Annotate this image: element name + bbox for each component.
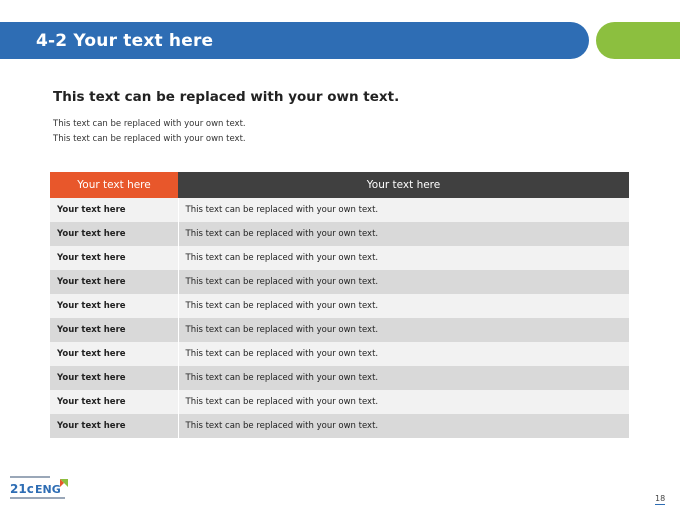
table-header-cell-1: Your text here (50, 172, 178, 198)
svg-text:21c: 21c (10, 482, 34, 496)
row-label: Your text here (50, 270, 179, 294)
row-value: This text can be replaced with your own … (178, 366, 629, 390)
table-row: Your text here This text can be replaced… (50, 222, 629, 246)
table-row: Your text here This text can be replaced… (50, 198, 629, 222)
table-row: Your text here This text can be replaced… (50, 366, 629, 390)
table-row: Your text here This text can be replaced… (50, 270, 629, 294)
table-row: Your text here This text can be replaced… (50, 246, 629, 270)
row-label: Your text here (50, 414, 179, 438)
row-label: Your text here (50, 294, 179, 318)
title-bar: 4-2 Your text here (0, 22, 589, 59)
description-line-1: This text can be replaced with your own … (53, 119, 246, 129)
row-value: This text can be replaced with your own … (178, 222, 629, 246)
logo-graphic: 21c ENG (10, 476, 68, 499)
row-value: This text can be replaced with your own … (178, 246, 629, 270)
row-label: Your text here (50, 198, 179, 222)
row-value: This text can be replaced with your own … (178, 198, 629, 222)
table-row: Your text here This text can be replaced… (50, 342, 629, 366)
accent-pill (596, 22, 680, 59)
table-row: Your text here This text can be replaced… (50, 390, 629, 414)
row-label: Your text here (50, 342, 179, 366)
row-value: This text can be replaced with your own … (178, 318, 629, 342)
row-value: This text can be replaced with your own … (178, 270, 629, 294)
svg-text:ENG: ENG (35, 483, 61, 496)
page-number: 18 (655, 494, 666, 505)
row-label: Your text here (50, 222, 179, 246)
row-value: This text can be replaced with your own … (178, 294, 629, 318)
description-line-2: This text can be replaced with your own … (53, 134, 246, 144)
company-logo: 21c ENG (8, 474, 78, 504)
row-label: Your text here (50, 366, 179, 390)
row-value: This text can be replaced with your own … (178, 342, 629, 366)
table-header-row: Your text here Your text here (50, 172, 629, 198)
table-row: Your text here This text can be replaced… (50, 414, 629, 438)
content-table: Your text here Your text here Your text … (50, 172, 629, 438)
page-title: 4-2 Your text here (36, 30, 214, 51)
row-value: This text can be replaced with your own … (178, 414, 629, 438)
table-header-cell-2: Your text here (178, 172, 629, 198)
row-label: Your text here (50, 246, 179, 270)
row-label: Your text here (50, 318, 179, 342)
table-row: Your text here This text can be replaced… (50, 318, 629, 342)
row-value: This text can be replaced with your own … (178, 390, 629, 414)
table-row: Your text here This text can be replaced… (50, 294, 629, 318)
section-subtitle: This text can be replaced with your own … (53, 89, 400, 105)
row-label: Your text here (50, 390, 179, 414)
